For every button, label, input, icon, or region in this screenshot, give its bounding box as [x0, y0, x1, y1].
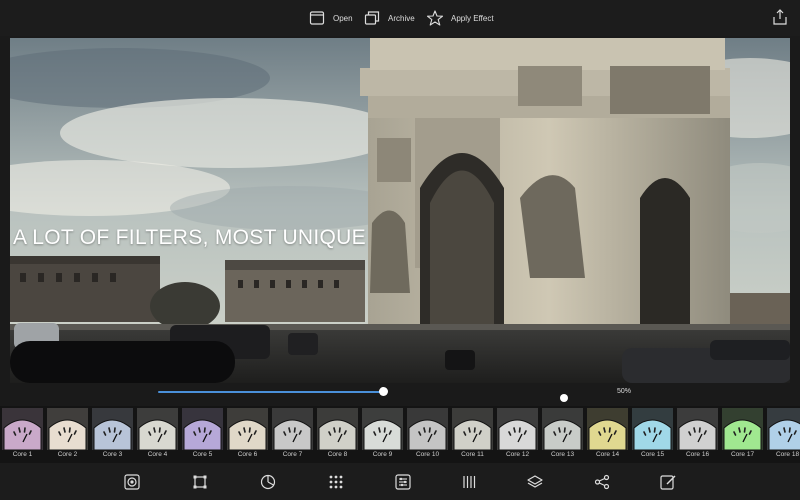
share-button[interactable] [772, 8, 788, 31]
filter-label: Core 5 [192, 451, 213, 458]
filter-preview-image [542, 408, 583, 450]
filter-thumbnail[interactable]: Core 17 [720, 406, 765, 463]
vignette-icon[interactable] [124, 474, 140, 490]
filter-label: Core 12 [505, 451, 530, 458]
filter-preview-image [362, 408, 403, 450]
photo-canvas[interactable]: A LOT OF FILTERS, MOST UNIQUE [10, 38, 790, 383]
bottom-toolbar [0, 463, 800, 500]
share-network-icon[interactable] [594, 474, 610, 490]
layers-icon[interactable] [527, 474, 543, 490]
filter-thumbnail[interactable]: Core 18 [765, 406, 800, 463]
top-toolbar: Open Archive Apply Effect [0, 0, 800, 36]
stack-icon [364, 11, 380, 25]
filter-thumbnail[interactable]: Core 9 [360, 406, 405, 463]
filter-preview-image [587, 408, 628, 450]
filter-label: Core 7 [282, 451, 303, 458]
filter-label: Core 18 [775, 451, 800, 458]
adjustment-sliders: 50% [0, 384, 800, 406]
document-icon [309, 11, 325, 25]
filter-label: Core 10 [415, 451, 440, 458]
filter-preview-image [227, 408, 268, 450]
filter-label: Core 3 [102, 451, 123, 458]
archive-button[interactable]: Archive [364, 7, 415, 29]
filter-label: Core 1 [12, 451, 33, 458]
archive-label: Archive [388, 13, 415, 23]
levels-icon[interactable] [395, 474, 411, 490]
filter-preview-image [92, 408, 133, 450]
intensity-slider-handle[interactable] [379, 387, 388, 396]
filter-label: Core 4 [147, 451, 168, 458]
filter-thumbnail[interactable]: Core 1 [0, 406, 45, 463]
apply-effect-button[interactable]: Apply Effect [427, 7, 494, 29]
filter-label: Core 6 [237, 451, 258, 458]
open-button[interactable]: Open [309, 7, 353, 29]
open-label: Open [333, 13, 353, 23]
intensity-slider-fill[interactable] [158, 391, 384, 393]
filter-thumbnail[interactable]: Core 11 [450, 406, 495, 463]
share-icon [773, 9, 787, 25]
filter-strip: Core 1 Core 2 Core 3 Core 4 Core 5 Core 6 Core… [0, 406, 800, 463]
overlay-caption: A LOT OF FILTERS, MOST UNIQUE [13, 226, 366, 249]
filter-thumbnail[interactable]: Core 16 [675, 406, 720, 463]
filter-preview-image [767, 408, 800, 450]
filter-thumbnail[interactable]: Core 4 [135, 406, 180, 463]
filter-preview-image [47, 408, 88, 450]
filter-label: Core 15 [640, 451, 665, 458]
filter-preview-image [272, 408, 313, 450]
curves-icon[interactable] [461, 474, 477, 490]
filter-label: Core 17 [730, 451, 755, 458]
apply-effect-label: Apply Effect [451, 13, 494, 23]
filter-label: Core 11 [461, 451, 484, 458]
filter-thumbnail[interactable]: Core 8 [315, 406, 360, 463]
filter-thumbnail[interactable]: Core 6 [225, 406, 270, 463]
filter-preview-image [722, 408, 763, 450]
intensity-value-label: 50% [617, 388, 632, 395]
secondary-slider-handle[interactable] [560, 394, 568, 402]
adjust-icon[interactable] [260, 474, 276, 490]
filter-preview-image [407, 408, 448, 450]
filter-label: Core 13 [550, 451, 575, 458]
filter-preview-image [497, 408, 538, 450]
filter-thumbnail[interactable]: Core 10 [405, 406, 450, 463]
filter-label: Core 2 [57, 451, 78, 458]
filter-thumbnail[interactable]: Core 2 [45, 406, 90, 463]
filter-thumbnail[interactable]: Core 13 [540, 406, 585, 463]
filter-preview-image [452, 408, 493, 450]
grain-icon[interactable] [328, 474, 344, 490]
filter-preview-image [317, 408, 358, 450]
filter-preview-image [632, 408, 673, 450]
filter-label: Core 16 [685, 451, 710, 458]
star-icon [427, 10, 443, 26]
filter-preview-image [182, 408, 223, 450]
filter-label: Core 8 [327, 451, 348, 458]
filter-label: Core 14 [595, 451, 620, 458]
filter-thumbnail[interactable]: Core 14 [585, 406, 630, 463]
filter-thumbnail[interactable]: Core 15 [630, 406, 675, 463]
edit-icon[interactable] [660, 474, 676, 490]
filter-thumbnail[interactable]: Core 5 [180, 406, 225, 463]
filter-preview-image [2, 408, 43, 450]
filter-thumbnail[interactable]: Core 12 [495, 406, 540, 463]
crop-icon[interactable] [192, 474, 208, 490]
filter-thumbnail[interactable]: Core 3 [90, 406, 135, 463]
filter-thumbnail[interactable]: Core 7 [270, 406, 315, 463]
filter-preview-image [137, 408, 178, 450]
arc-de-triomphe-image [10, 38, 790, 383]
filter-label: Core 9 [372, 451, 393, 458]
filter-preview-image [677, 408, 718, 450]
